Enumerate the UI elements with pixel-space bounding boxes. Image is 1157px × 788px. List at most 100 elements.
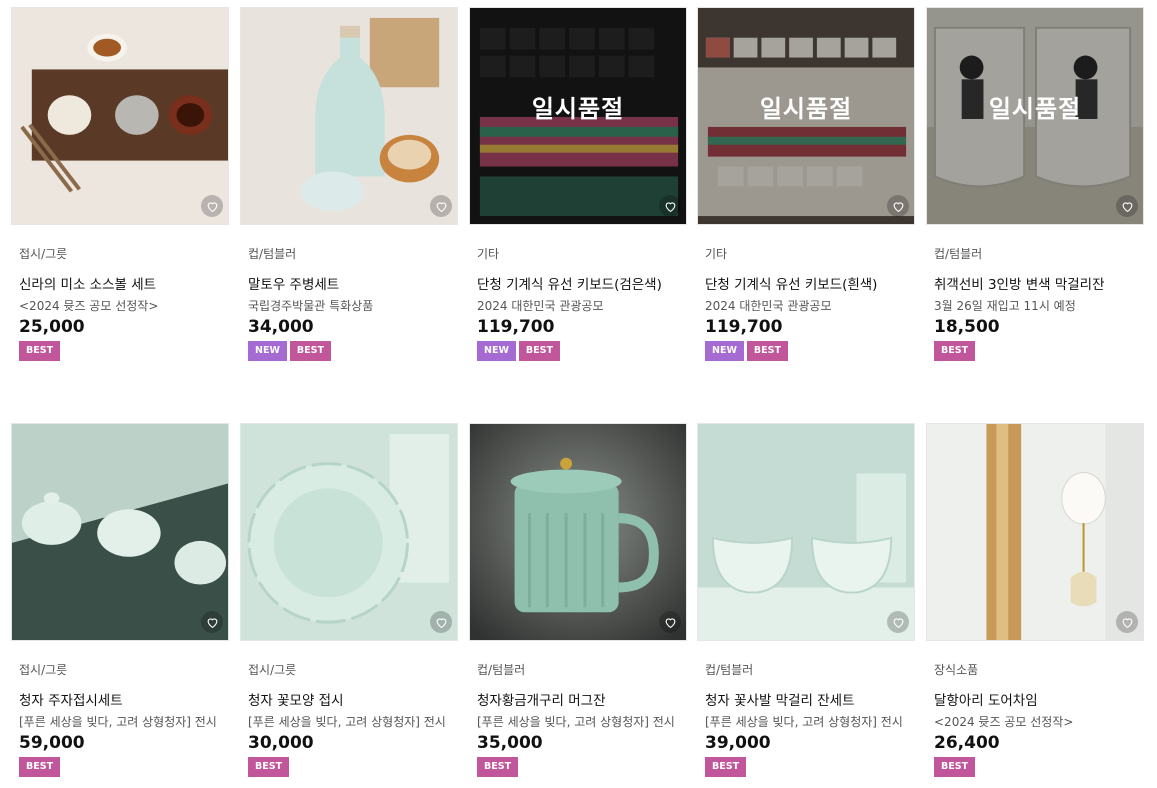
badge-group: BEST (19, 341, 229, 361)
product-subtitle: [푸른 세상을 빚다, 고려 상형청자] 전시 (477, 715, 675, 729)
new-badge: NEW (477, 341, 516, 361)
wishlist-heart-icon[interactable] (1116, 611, 1138, 633)
product-card[interactable]: 컵/텀블러 말토우 주병세트 국립경주박물관 특화상품 34,000 NEW B… (240, 7, 458, 361)
wishlist-heart-icon[interactable] (201, 611, 223, 633)
product-image[interactable] (469, 423, 687, 641)
product-card[interactable]: 컵/텀블러 청자황금개구리 머그잔 [푸른 세상을 빚다, 고려 상형청자] 전… (469, 423, 687, 777)
product-image[interactable]: 일시품절 (697, 7, 915, 225)
product-card[interactable]: 일시품절 기타 단청 기계식 유선 키보드(흰색) 2024 대한민국 관광공모… (697, 7, 915, 361)
product-category: 접시/그릇 (19, 247, 68, 261)
product-subtitle: 2024 대한민국 관광공모 (705, 299, 832, 313)
product-image[interactable]: 일시품절 (469, 7, 687, 225)
product-category: 컵/텀블러 (934, 247, 983, 261)
product-name[interactable]: 청자 주자접시세트 (19, 689, 229, 709)
new-badge: NEW (248, 341, 287, 361)
best-badge: BEST (19, 341, 61, 361)
product-photo (698, 424, 914, 640)
product-category: 기타 (477, 247, 500, 261)
product-card[interactable]: 컵/텀블러 청자 꽃사발 막걸리 잔세트 [푸른 세상을 빚다, 고려 상형청자… (697, 423, 915, 777)
product-card[interactable]: 일시품절 컵/텀블러 취객선비 3인방 변색 막걸리잔 3월 26일 재입고 1… (926, 7, 1144, 361)
product-price: 59,000 (19, 733, 85, 753)
product-price: 35,000 (477, 733, 543, 753)
soldout-label: 일시품절 (759, 94, 853, 123)
product-subtitle: 2024 대한민국 관광공모 (477, 299, 604, 313)
product-card[interactable]: 접시/그릇 신라의 미소 소스볼 세트 <2024 뮷즈 공모 선정작> 25,… (11, 7, 229, 361)
product-image[interactable] (11, 423, 229, 641)
product-category: 컵/텀블러 (477, 663, 526, 677)
product-subtitle: 국립경주박물관 특화상품 (248, 299, 374, 313)
product-price: 39,000 (705, 733, 771, 753)
best-badge: BEST (19, 757, 61, 777)
product-name[interactable]: 단청 기계식 유선 키보드(검은색) (477, 273, 687, 293)
wishlist-heart-icon[interactable] (659, 195, 681, 217)
product-card[interactable]: 일시품절 기타 단청 기계식 유선 키보드(검은색) 2024 대한민국 관광공… (469, 7, 687, 361)
badge-group: NEW BEST (248, 341, 458, 361)
soldout-overlay: 일시품절 (927, 8, 1143, 224)
product-category: 컵/텀블러 (705, 663, 754, 677)
product-price: 18,500 (934, 317, 1000, 337)
wishlist-heart-icon[interactable] (430, 611, 452, 633)
product-subtitle: <2024 뮷즈 공모 선정작> (19, 299, 159, 313)
badge-group: BEST (934, 757, 1144, 777)
product-category: 접시/그릇 (19, 663, 68, 677)
product-photo (241, 424, 457, 640)
best-badge: BEST (934, 757, 976, 777)
product-name[interactable]: 청자 꽃사발 막걸리 잔세트 (705, 689, 915, 709)
wishlist-heart-icon[interactable] (659, 611, 681, 633)
product-subtitle: 3월 26일 재입고 11시 예정 (934, 299, 1076, 313)
product-category: 접시/그릇 (248, 663, 297, 677)
product-category: 기타 (705, 247, 728, 261)
product-name[interactable]: 단청 기계식 유선 키보드(흰색) (705, 273, 915, 293)
new-badge: NEW (705, 341, 744, 361)
best-badge: BEST (518, 341, 560, 361)
product-price: 119,700 (477, 317, 555, 337)
product-subtitle: [푸른 세상을 빚다, 고려 상형청자] 전시 (705, 715, 903, 729)
soldout-label: 일시품절 (988, 94, 1082, 123)
product-card[interactable]: 장식소품 달항아리 도어차임 <2024 뮷즈 공모 선정작> 26,400 B… (926, 423, 1144, 777)
wishlist-heart-icon[interactable] (201, 195, 223, 217)
product-price: 25,000 (19, 317, 85, 337)
product-price: 119,700 (705, 317, 783, 337)
product-card[interactable]: 접시/그릇 청자 주자접시세트 [푸른 세상을 빚다, 고려 상형청자] 전시 … (11, 423, 229, 777)
soldout-label: 일시품절 (531, 94, 625, 123)
badge-group: BEST (477, 757, 687, 777)
product-image[interactable] (11, 7, 229, 225)
product-price: 34,000 (248, 317, 314, 337)
product-image[interactable] (697, 423, 915, 641)
product-name[interactable]: 청자 꽃모양 접시 (248, 689, 458, 709)
product-subtitle: <2024 뮷즈 공모 선정작> (934, 715, 1074, 729)
product-photo (927, 424, 1143, 640)
product-category: 장식소품 (934, 663, 979, 677)
product-name[interactable]: 달항아리 도어차임 (934, 689, 1144, 709)
best-badge: BEST (477, 757, 519, 777)
wishlist-heart-icon[interactable] (430, 195, 452, 217)
product-photo (12, 8, 228, 224)
badge-group: BEST (934, 341, 1144, 361)
product-grid: 접시/그릇 신라의 미소 소스볼 세트 <2024 뮷즈 공모 선정작> 25,… (0, 0, 1157, 788)
product-image[interactable] (926, 423, 1144, 641)
best-badge: BEST (746, 341, 788, 361)
best-badge: BEST (934, 341, 976, 361)
product-name[interactable]: 말토우 주병세트 (248, 273, 458, 293)
product-subtitle: [푸른 세상을 빚다, 고려 상형청자] 전시 (19, 715, 217, 729)
best-badge: BEST (705, 757, 747, 777)
product-photo (12, 424, 228, 640)
product-name[interactable]: 신라의 미소 소스볼 세트 (19, 273, 229, 293)
product-name[interactable]: 청자황금개구리 머그잔 (477, 689, 687, 709)
product-image[interactable]: 일시품절 (926, 7, 1144, 225)
product-photo (470, 424, 686, 640)
product-card[interactable]: 접시/그릇 청자 꽃모양 접시 [푸른 세상을 빚다, 고려 상형청자] 전시 … (240, 423, 458, 777)
product-price: 30,000 (248, 733, 314, 753)
wishlist-heart-icon[interactable] (1116, 195, 1138, 217)
soldout-overlay: 일시품절 (470, 8, 686, 224)
product-name[interactable]: 취객선비 3인방 변색 막걸리잔 (934, 273, 1144, 293)
badge-group: BEST (705, 757, 915, 777)
soldout-overlay: 일시품절 (698, 8, 914, 224)
product-image[interactable] (240, 423, 458, 641)
badge-group: BEST (19, 757, 229, 777)
product-image[interactable] (240, 7, 458, 225)
product-subtitle: [푸른 세상을 빚다, 고려 상형청자] 전시 (248, 715, 446, 729)
wishlist-heart-icon[interactable] (887, 611, 909, 633)
product-category: 컵/텀블러 (248, 247, 297, 261)
wishlist-heart-icon[interactable] (887, 195, 909, 217)
